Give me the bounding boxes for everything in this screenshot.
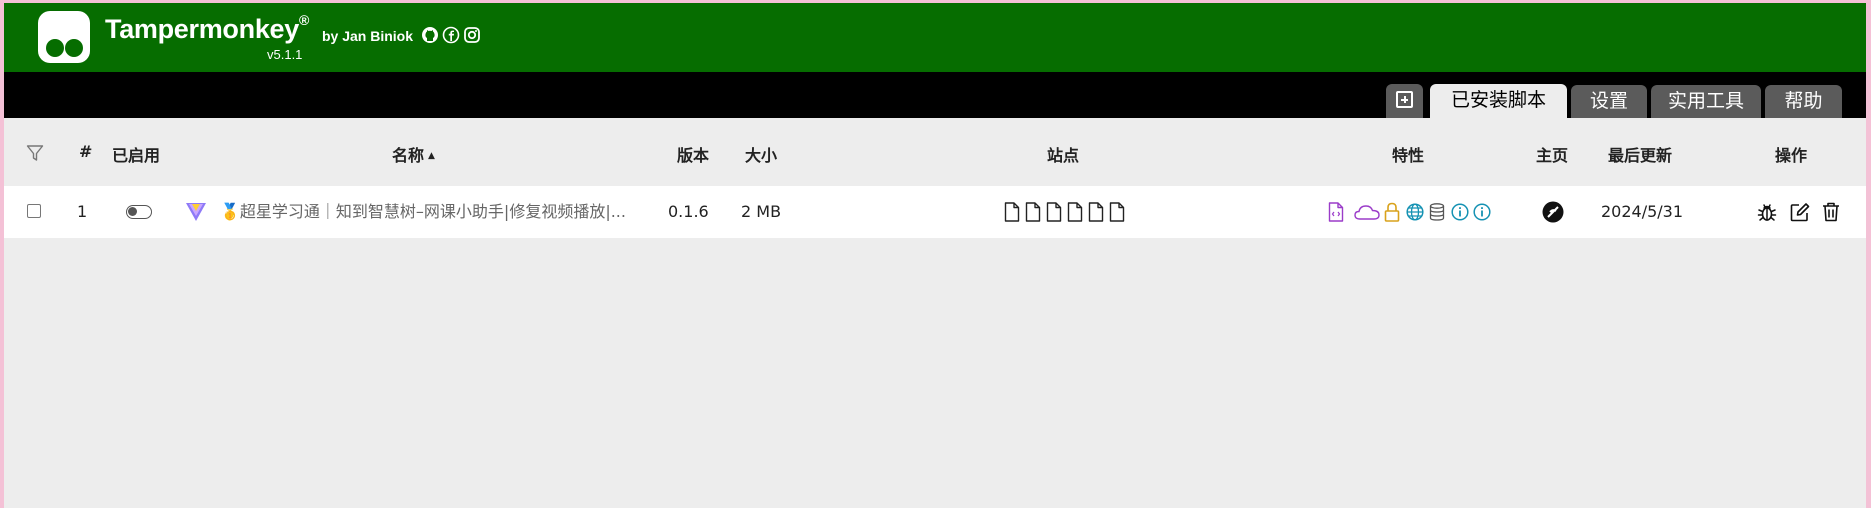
last-updated-date: 2024/5/31	[1601, 202, 1684, 221]
row-select-checkbox[interactable]	[27, 204, 41, 218]
column-version[interactable]: 版本	[677, 142, 709, 166]
file-icon[interactable]	[1088, 202, 1104, 222]
file-icon[interactable]	[1025, 202, 1041, 222]
script-size: 2 MB	[741, 202, 782, 221]
code-file-icon[interactable]	[1328, 202, 1344, 222]
file-icon[interactable]	[1004, 202, 1020, 222]
column-homepage[interactable]: 主页	[1536, 142, 1568, 166]
column-sites[interactable]: 站点	[1047, 142, 1079, 166]
tab-bar: 已安装脚本 设置 实用工具 帮助	[4, 72, 1866, 118]
app-version: v5.1.1	[267, 47, 303, 62]
edit-icon[interactable]	[1790, 202, 1810, 222]
script-name[interactable]: 🥇超星学习通｜知到智慧树–网课小助手|修复视频播放|...	[220, 186, 626, 238]
sites-list	[1004, 202, 1125, 222]
info-icon[interactable]	[1473, 203, 1491, 221]
column-features[interactable]: 特性	[1392, 142, 1424, 166]
app-title: Tampermonkey®	[105, 12, 309, 45]
table-row: 1 🥇超星学习通｜知到智慧树–网课小助手|修复视频播放|... 0.1.6 2 …	[4, 186, 1866, 238]
row-number: 1	[77, 202, 88, 221]
column-last-updated[interactable]: 最后更新	[1608, 142, 1672, 166]
social-links	[421, 26, 481, 46]
sort-ascending-icon: ▲	[428, 151, 435, 161]
database-icon[interactable]	[1429, 203, 1445, 221]
app-header: Tampermonkey® by Jan Biniok v5.1.1	[4, 3, 1866, 72]
app-author: by Jan Biniok	[322, 28, 414, 44]
globe-icon[interactable]	[1406, 203, 1424, 221]
file-icon[interactable]	[1109, 202, 1125, 222]
enable-toggle[interactable]	[126, 205, 152, 219]
script-logo-icon	[185, 202, 207, 222]
column-size[interactable]: 大小	[745, 142, 777, 166]
tab-help[interactable]: 帮助	[1765, 85, 1842, 118]
facebook-icon[interactable]	[442, 26, 460, 44]
column-name[interactable]: 名称 ▲	[392, 142, 435, 166]
file-icon[interactable]	[1046, 202, 1062, 222]
trash-icon[interactable]	[1822, 202, 1840, 222]
tab-utilities[interactable]: 实用工具	[1651, 85, 1761, 118]
script-version: 0.1.6	[668, 202, 709, 221]
column-name-label: 名称	[392, 146, 425, 165]
info-icon[interactable]	[1451, 203, 1469, 221]
homepage-icon[interactable]	[1542, 201, 1564, 223]
filter-icon[interactable]	[26, 144, 44, 162]
column-actions: 操作	[1775, 146, 1808, 165]
bug-icon[interactable]	[1757, 202, 1777, 222]
registered-mark: ®	[298, 12, 309, 28]
lock-icon[interactable]	[1384, 202, 1400, 222]
add-script-tab[interactable]	[1386, 84, 1423, 118]
instagram-icon[interactable]	[463, 26, 481, 44]
tab-settings[interactable]: 设置	[1571, 85, 1647, 118]
column-enabled[interactable]: 已启用	[112, 142, 160, 166]
tampermonkey-dashboard: Tampermonkey® by Jan Biniok v5.1.1 已安装脚本…	[4, 3, 1866, 508]
table-header: # 已启用 名称 ▲ 版本 大小 站点 特性 主页 最后更新 操作	[4, 118, 1866, 186]
file-icon[interactable]	[1067, 202, 1083, 222]
app-name: Tampermonkey	[105, 14, 299, 44]
column-number[interactable]: #	[79, 142, 92, 161]
tab-installed-scripts[interactable]: 已安装脚本	[1430, 84, 1567, 118]
github-icon[interactable]	[421, 26, 439, 44]
tampermonkey-logo	[38, 11, 90, 63]
plus-square-icon	[1396, 91, 1413, 108]
cloud-icon[interactable]	[1354, 204, 1380, 220]
